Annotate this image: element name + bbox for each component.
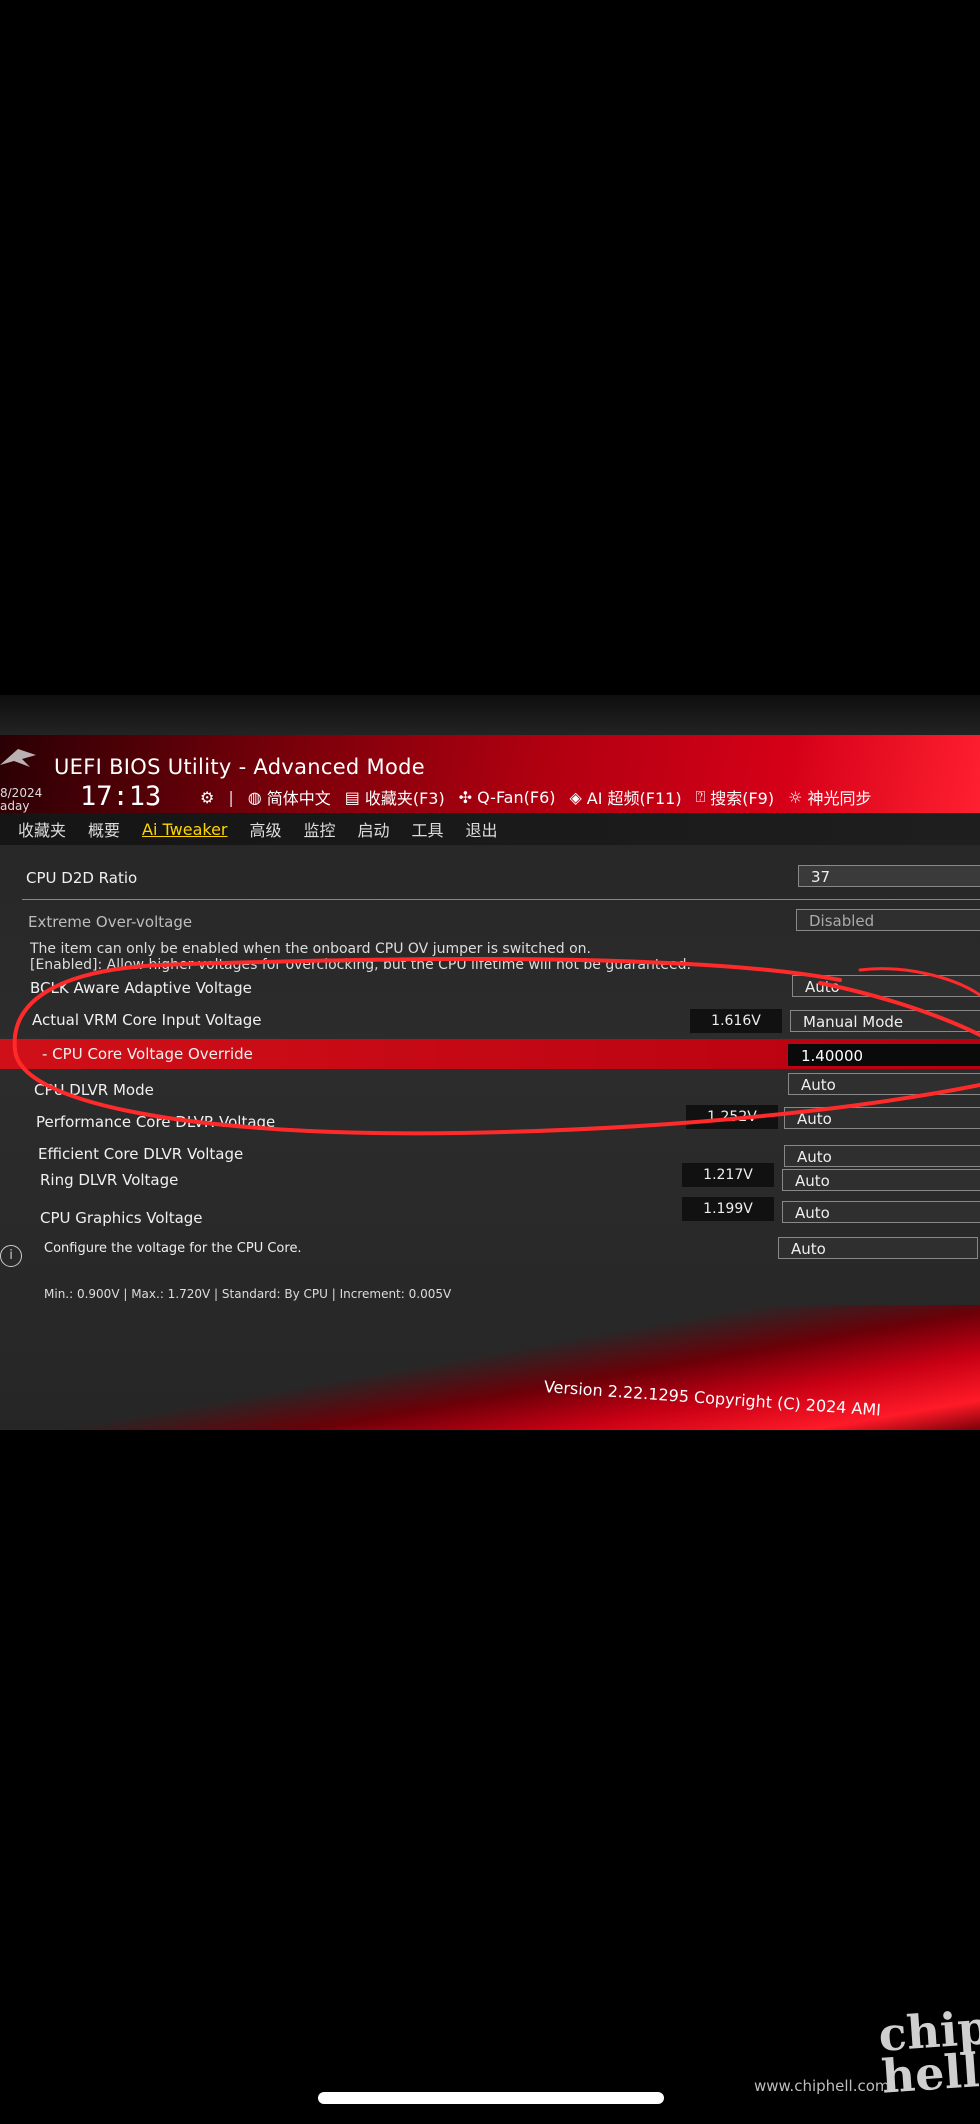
globe-icon: ◍ [247, 787, 262, 807]
rog-logo-icon [0, 749, 36, 767]
setting-row-ring-dlvr[interactable]: Ring DLVR Voltage 1.217V Auto [0, 1163, 980, 1201]
setting-row-extreme-over-voltage[interactable]: Extreme Over-voltage Disabled [0, 909, 980, 937]
setting-value[interactable]: Auto [784, 1145, 980, 1167]
setting-label: - CPU Core Voltage Override [42, 1045, 253, 1063]
setting-label: Efficient Core DLVR Voltage [38, 1145, 244, 1163]
help-icon: ⍰ [695, 787, 706, 806]
setting-label: CPU DLVR Mode [34, 1081, 154, 1099]
setting-label: CPU D2D Ratio [26, 869, 138, 887]
tab-main[interactable]: 概要 [88, 817, 120, 841]
settings-button[interactable]: ⚙ [200, 788, 214, 807]
toolbar: ⚙ | ◍ 简体中文 ▤ 收藏夹(F3) ✣ Q-Fan(F6) ◈ AI 超频… [200, 785, 871, 809]
home-indicator[interactable] [318, 2092, 664, 2104]
extreme-note-2: [Enabled]: Allow higher voltages for ove… [30, 957, 691, 973]
settings-panel: CPU D2D Ratio 37 Extreme Over-voltage Di… [0, 845, 980, 1285]
divider [22, 899, 980, 900]
tab-advanced[interactable]: 高级 [249, 817, 281, 841]
setting-reading: 1.199V [682, 1197, 774, 1221]
setting-label: CPU Graphics Voltage [40, 1209, 203, 1227]
ai-overclock-button[interactable]: ◈ AI 超频(F11) [569, 785, 681, 809]
gear-icon: ⚙ [200, 787, 215, 807]
language-button[interactable]: ◍ 简体中文 [248, 785, 331, 809]
setting-label: Extreme Over-voltage [28, 913, 193, 931]
info-icon: i [0, 1245, 22, 1267]
ai-overclock-icon: ◈ [569, 787, 582, 807]
setting-label: Performance Core DLVR Voltage [36, 1113, 276, 1131]
tab-tool[interactable]: 工具 [412, 817, 444, 841]
extreme-note-1: The item can only be enabled when the on… [30, 941, 591, 957]
bookmark-button[interactable]: ▤ 收藏夹(F3) [345, 785, 445, 809]
bookmark-icon: ▤ [344, 787, 360, 807]
setting-value[interactable]: Auto [784, 1107, 980, 1129]
watermark-url: www.chiphell.com [754, 2077, 890, 2095]
tab-favorites[interactable]: 收藏夹 [18, 817, 66, 841]
chiphell-watermark: chip hell [877, 2000, 980, 2104]
help-text: Configure the voltage for the CPU Core. [44, 1241, 302, 1256]
setting-value[interactable]: Disabled [796, 909, 980, 931]
bios-screen: UEFI BIOS Utility - Advanced Mode 8/2024… [0, 695, 980, 1430]
ai-overclock-label: AI 超频(F11) [586, 789, 682, 808]
qfan-label: Q-Fan(F6) [477, 787, 556, 807]
bookmark-label: 收藏夹(F3) [364, 789, 445, 808]
voltage-range-info: Min.: 0.900V | Max.: 1.720V | Standard: … [44, 1287, 452, 1301]
setting-value[interactable]: Manual Mode [790, 1010, 980, 1032]
light-icon: ☼ [788, 787, 803, 807]
setting-row-p-core-dlvr[interactable]: Performance Core DLVR Voltage 1.252V Aut… [0, 1105, 980, 1137]
setting-label: Actual VRM Core Input Voltage [32, 1011, 262, 1029]
setting-value[interactable]: Auto [792, 975, 980, 997]
tab-boot[interactable]: 启动 [358, 817, 390, 841]
language-label: 简体中文 [266, 789, 331, 808]
setting-label: BCLK Aware Adaptive Voltage [30, 979, 252, 997]
setting-row-vrm-input[interactable]: Actual VRM Core Input Voltage 1.616V Man… [0, 1007, 980, 1035]
search-label: 搜索(F9) [710, 789, 775, 808]
setting-row-dlvr-mode[interactable]: CPU DLVR Mode Auto [0, 1073, 980, 1105]
setting-row-cpu-core-voltage-override[interactable]: - CPU Core Voltage Override 1.40000 [0, 1041, 980, 1069]
bios-header: UEFI BIOS Utility - Advanced Mode 8/2024… [0, 735, 980, 813]
main-tabs: 收藏夹 概要 Ai Tweaker 高级 监控 启动 工具 退出 [0, 813, 980, 845]
aura-sync-label: 神光同步 [807, 789, 872, 808]
setting-value[interactable]: 1.40000 [788, 1044, 980, 1066]
toolbar-divider: | [228, 787, 234, 807]
setting-value[interactable]: 37 [798, 865, 980, 887]
setting-reading: 1.217V [682, 1163, 774, 1187]
setting-label: Ring DLVR Voltage [40, 1171, 179, 1189]
setting-reading: 1.616V [690, 1009, 782, 1033]
aura-sync-button[interactable]: ☼ 神光同步 [788, 785, 871, 809]
watermark-hell: hell [879, 2043, 980, 2104]
setting-value[interactable]: Auto [778, 1237, 978, 1259]
setting-value[interactable]: Auto [782, 1201, 980, 1223]
setting-row-d2d-ratio[interactable]: CPU D2D Ratio 37 [0, 865, 980, 893]
fan-icon: ✣ [458, 787, 473, 807]
search-button[interactable]: ⍰ 搜索(F9) [696, 785, 774, 809]
setting-value[interactable]: Auto [788, 1073, 980, 1095]
date-line-2: aday [0, 799, 30, 813]
setting-reading: 1.252V [686, 1105, 778, 1129]
setting-row-cpu-graphics-voltage[interactable]: CPU Graphics Voltage 1.199V Auto [0, 1197, 980, 1233]
monitor-bezel [0, 695, 980, 735]
setting-row-e-core-dlvr[interactable]: Efficient Core DLVR Voltage Auto [0, 1141, 980, 1169]
setting-row-bclk-aware[interactable]: BCLK Aware Adaptive Voltage Auto [0, 975, 980, 1003]
tab-exit[interactable]: 退出 [466, 817, 498, 841]
tab-ai-tweaker[interactable]: Ai Tweaker [142, 820, 227, 839]
qfan-button[interactable]: ✣ Q-Fan(F6) [459, 788, 556, 807]
setting-value[interactable]: Auto [782, 1169, 980, 1191]
tab-monitor[interactable]: 监控 [304, 817, 336, 841]
date-display: 8/2024 aday [0, 787, 42, 813]
clock: 17:13 [80, 781, 162, 812]
app-title: UEFI BIOS Utility - Advanced Mode [54, 755, 425, 779]
